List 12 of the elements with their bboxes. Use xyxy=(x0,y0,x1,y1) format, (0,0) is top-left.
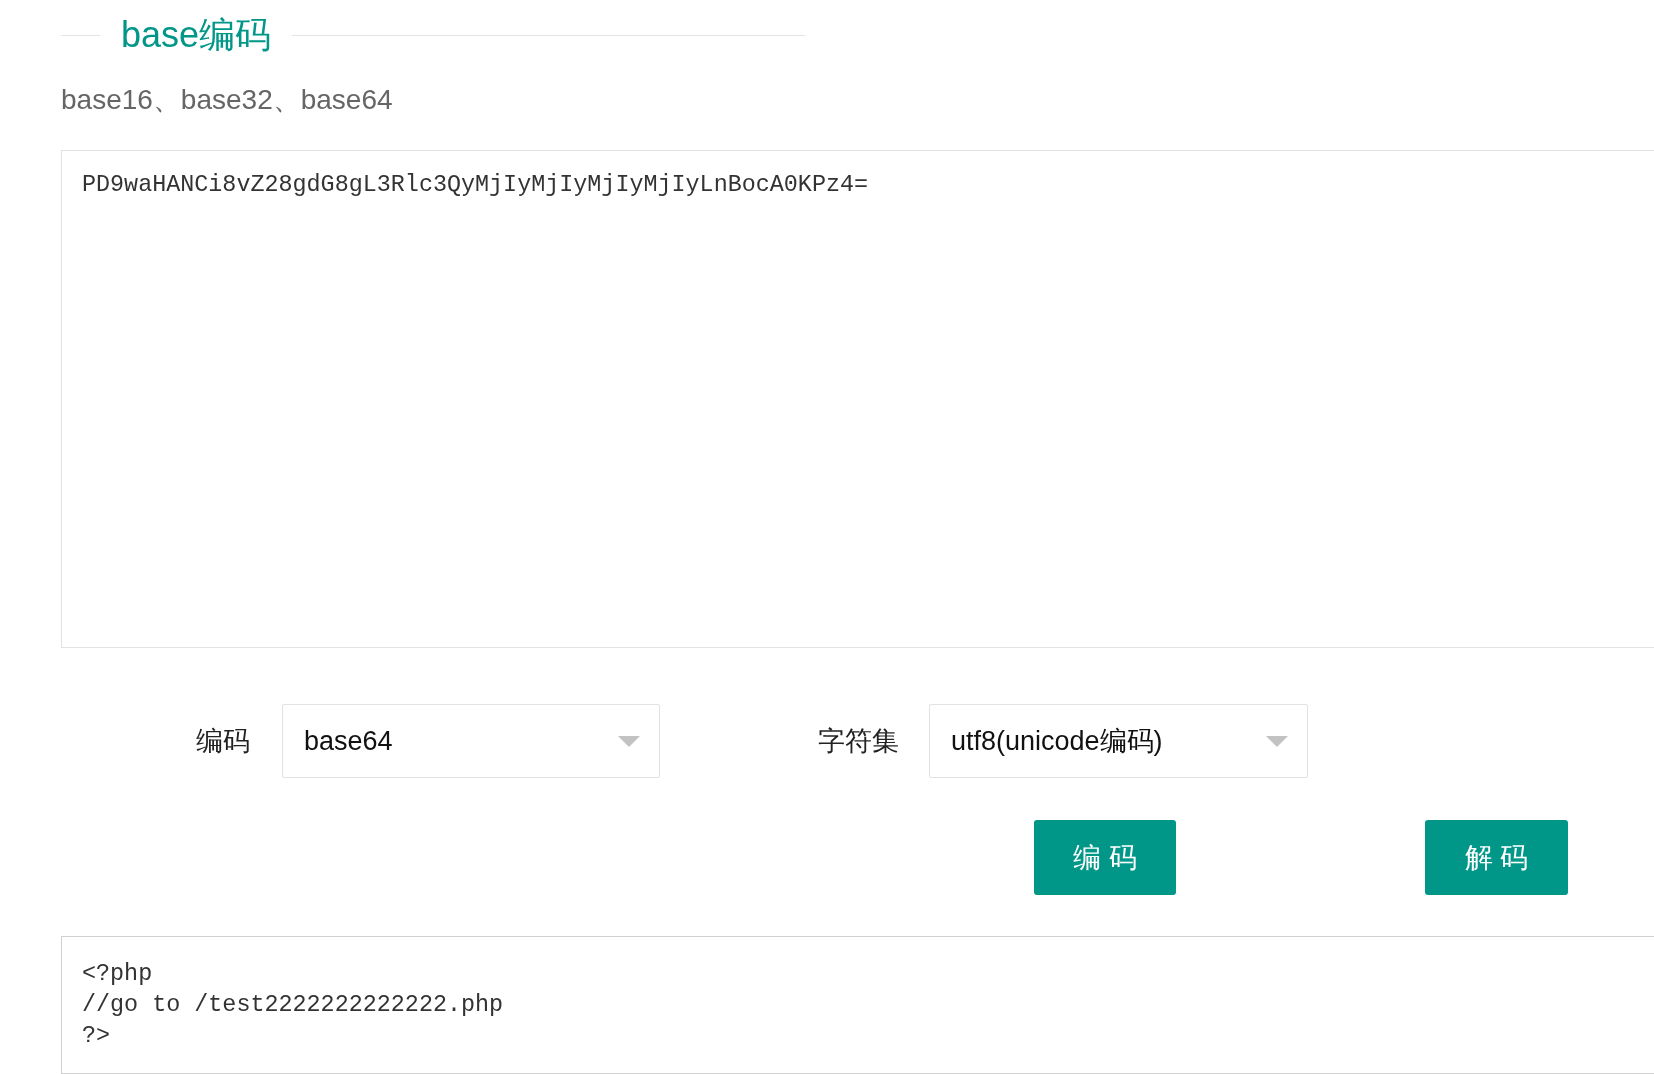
charset-select[interactable]: utf8(unicode编码) xyxy=(929,704,1308,778)
caret-icon xyxy=(618,735,640,747)
decode-button[interactable]: 解 码 xyxy=(1425,820,1568,895)
encoding-label: 编码 xyxy=(196,725,250,758)
encode-button[interactable]: 编 码 xyxy=(1034,820,1176,895)
caret-icon xyxy=(1266,735,1288,747)
encoding-select[interactable]: base64 xyxy=(282,704,660,778)
section-title: base编码 xyxy=(121,13,272,57)
result-text-area[interactable]: <?php //go to /test2222222222222.php ?> xyxy=(61,936,1654,1074)
charset-label: 字符集 xyxy=(818,725,899,758)
input-text-area[interactable]: PD9waHANCi8vZ28gdG8gL3Rlc3QyMjIyMjIyMjIyMjIyLnBocA0KPz4= xyxy=(61,150,1654,648)
section-subtitle: base16、base32、base64 xyxy=(61,83,393,117)
